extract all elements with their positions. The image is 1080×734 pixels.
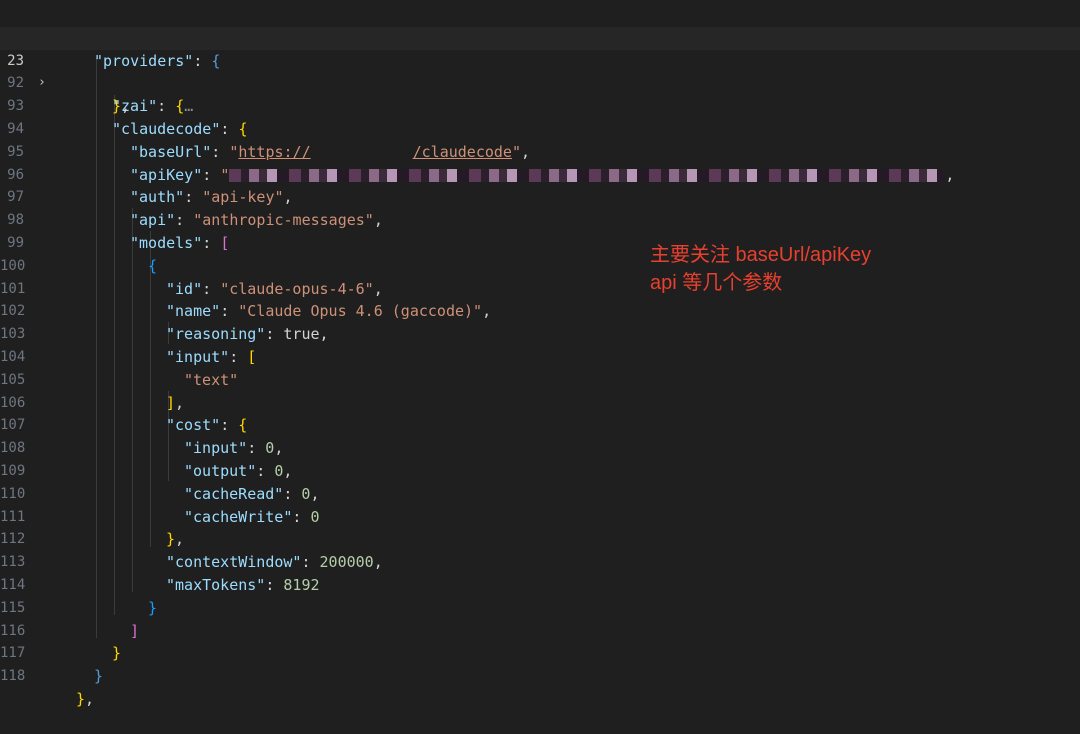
code-line[interactable]: 95 "apiKey": ", xyxy=(0,118,1080,184)
code-line[interactable]: 103 "input": [ xyxy=(0,300,1080,366)
code-line[interactable]: 107 "input": 0, xyxy=(0,392,1080,457)
code-line[interactable]: 94 "baseUrl": "https:///claudecode", xyxy=(0,95,1080,161)
code-line[interactable]: 110 "cacheWrite": 0 xyxy=(0,460,1080,526)
code-line[interactable]: 116 } xyxy=(0,597,1080,663)
code-line[interactable]: 22 "providers": { xyxy=(0,4,1080,70)
code-line[interactable]: 117 } xyxy=(0,620,1080,685)
code-line[interactable]: 97 "api": "anthropic-messages", xyxy=(0,164,1080,229)
code-line[interactable]: 98 "models": [ xyxy=(0,186,1080,252)
code-line[interactable]: 96 "auth": "api-key", xyxy=(0,141,1080,207)
code-line[interactable]: 108 "output": 0, xyxy=(0,414,1080,480)
code-line[interactable]: 111 }, xyxy=(0,483,1080,549)
code-line[interactable]: 115 ] xyxy=(0,574,1080,640)
code-line[interactable]: 93 "claudecode": { xyxy=(0,72,1080,138)
code-line[interactable]: 106 "cost": { xyxy=(0,369,1080,435)
code-line[interactable]: 105 ], xyxy=(0,346,1080,412)
code-editor[interactable]: 22 "providers": { 23 › "zai": {… 92 }, 9… xyxy=(0,0,1080,708)
code-line[interactable]: 104 "text" xyxy=(0,323,1080,389)
code-line[interactable]: 118 }, xyxy=(0,642,1080,708)
annotation-note: 主要关注 baseUrl/apiKey api 等几个参数 xyxy=(650,244,872,294)
code-line[interactable]: 92 }, xyxy=(0,50,1080,115)
code-line[interactable]: 99 { xyxy=(0,209,1080,275)
code-line[interactable]: 113 "maxTokens": 8192 xyxy=(0,528,1080,594)
code-line[interactable]: 100 "id": "claude-opus-4-6", xyxy=(0,232,1080,298)
code-line[interactable]: 102 "reasoning": true, xyxy=(0,278,1080,343)
code-line[interactable]: 101 "name": "Claude Opus 4.6 (gaccode)", xyxy=(0,255,1080,321)
line-number: 118 xyxy=(0,668,26,685)
code-line[interactable]: 114 } xyxy=(0,551,1080,617)
code-line[interactable]: 112 "contextWindow": 200000, xyxy=(0,506,1080,571)
code-line[interactable]: 109 "cacheRead": 0, xyxy=(0,437,1080,503)
code-line-current[interactable]: 23 › "zai": {… xyxy=(0,26,1080,115)
